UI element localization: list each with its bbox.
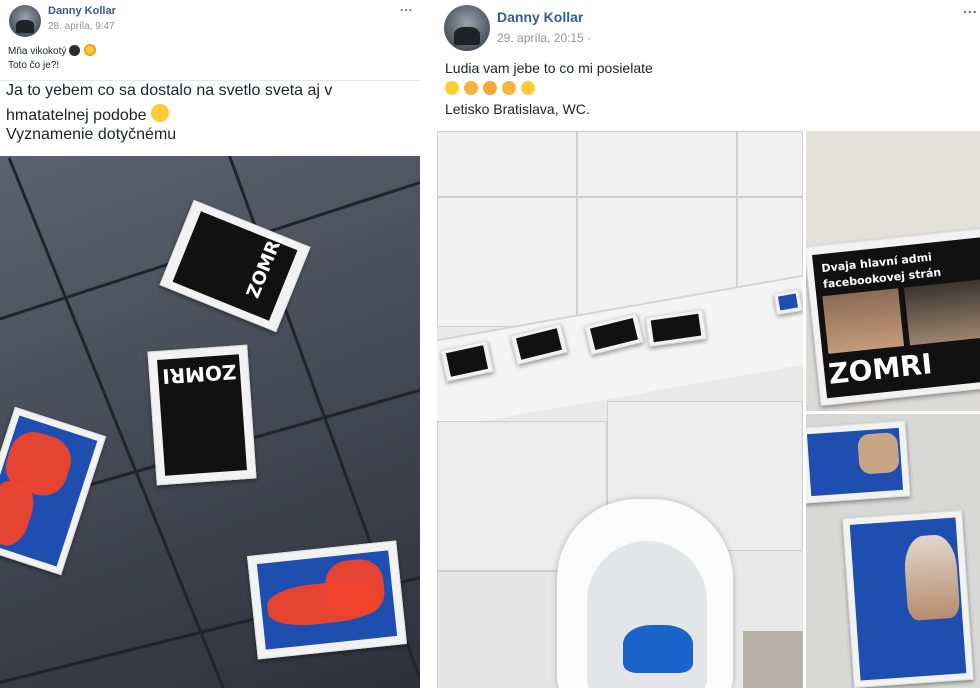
flyer-dark-panel	[651, 313, 701, 343]
wall-tile	[577, 131, 737, 197]
defaced-flyer	[773, 288, 803, 316]
emoji-row	[445, 80, 536, 96]
author-avatar[interactable]	[444, 5, 490, 51]
post-options-button[interactable]: ...	[963, 0, 978, 16]
explosion-emoji	[83, 44, 96, 56]
portrait	[857, 431, 900, 475]
admin-photo	[822, 288, 905, 354]
admin-photo	[903, 279, 980, 346]
defaced-flyer	[246, 540, 408, 660]
urinal-cake	[623, 625, 693, 673]
post-timestamp[interactable]: 28. apríla, 9:47	[48, 21, 115, 32]
author-avatar[interactable]	[9, 5, 41, 37]
post-body-line: Vyznamenie dotyčnému	[6, 126, 177, 143]
flyer-blue-panel	[777, 293, 799, 311]
rock-hand-emoji	[463, 81, 478, 95]
bomb-emoji	[69, 45, 81, 56]
ok-hand-emoji	[501, 81, 516, 95]
defaced-flyer	[806, 420, 911, 504]
post-text-line: Ludia vam jebe to co mi posielate	[445, 60, 653, 76]
post-caption-line-2: Toto čo je?!	[8, 60, 60, 71]
defaced-flyer	[842, 510, 974, 688]
floor-corner	[743, 631, 803, 688]
flyer-dark-panel	[590, 317, 638, 351]
flyer-dark-panel	[445, 345, 489, 377]
zomri-flyer: Dvaja hlavní admi facebookovej strán ZOM…	[806, 228, 980, 406]
wall-tile	[437, 197, 577, 327]
left-post: Danny Kollar 28. apríla, 9:47 ... Mňa vi…	[0, 0, 420, 688]
post-body-line: hmatatelnej podobe	[6, 104, 170, 125]
closeup-photo[interactable]: Dvaja hlavní admi facebookovej strán ZOM…	[806, 131, 980, 411]
flyer-dark-panel	[515, 328, 563, 360]
wall-tile	[437, 131, 577, 197]
tongue-emoji	[520, 81, 535, 95]
quote-divider	[0, 80, 420, 81]
grinning-emoji	[445, 81, 459, 95]
post-body-text: hmatatelnej podobe	[6, 107, 147, 124]
caption-text: Mňa vikokotý	[8, 46, 67, 57]
post-options-button[interactable]: ...	[400, 0, 413, 14]
poster-photo[interactable]	[806, 414, 980, 688]
grinning-emoji	[151, 104, 170, 122]
right-post: Danny Kollar 29. apríla, 20:15 · ... Lud…	[437, 0, 980, 688]
defaced-flyer	[0, 406, 107, 576]
zomri-flyer: ZOMRI	[147, 344, 257, 486]
post-body-line: Ja to yebem co sa dostalo na svetlo svet…	[6, 82, 333, 99]
post-caption-line: Mňa vikokotý	[8, 44, 97, 57]
urinal-photo[interactable]	[437, 131, 803, 688]
wall-tile	[737, 131, 803, 197]
post-timestamp[interactable]: 29. apríla, 20:15 ·	[497, 31, 591, 45]
author-name[interactable]: Danny Kollar	[48, 5, 116, 17]
post-text-line: Letisko Bratislava, WC.	[445, 101, 590, 117]
author-name[interactable]: Danny Kollar	[497, 9, 583, 25]
floor-photo[interactable]: ZOMRI ZOMRI	[0, 156, 420, 688]
muscle-emoji	[482, 81, 497, 95]
